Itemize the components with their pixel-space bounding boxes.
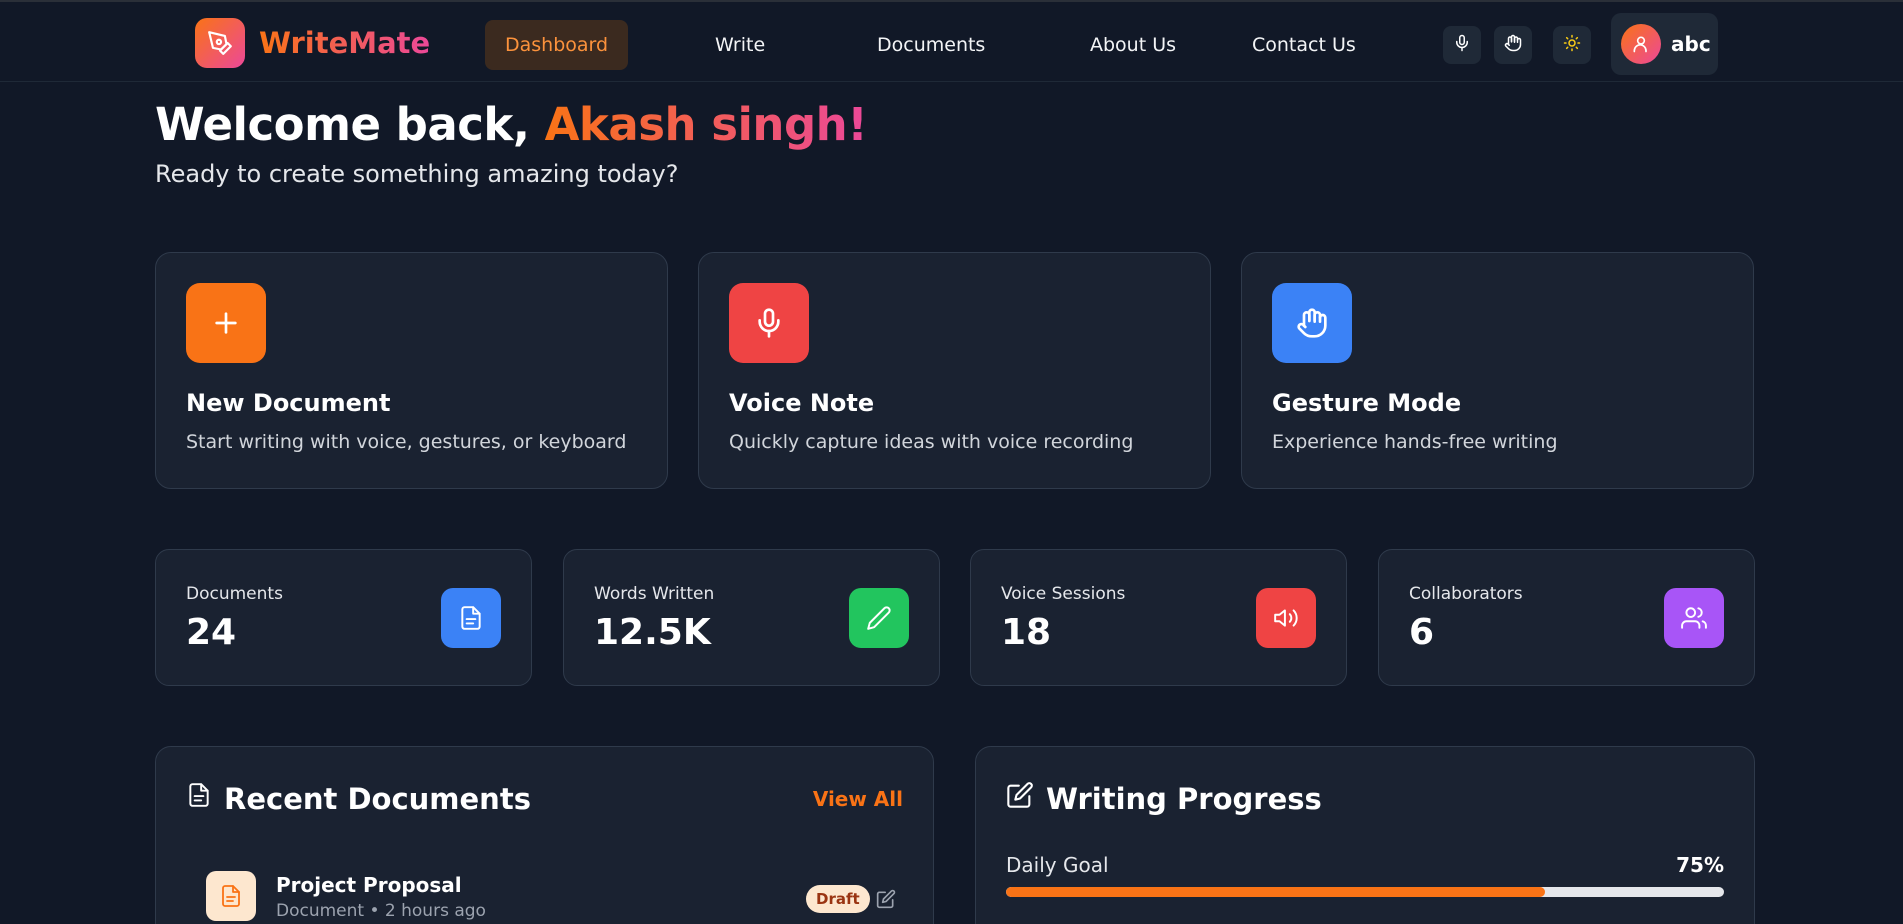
action-desc: Quickly capture ideas with voice recordi…	[729, 431, 1134, 453]
mic-icon	[1453, 34, 1471, 56]
stat-collaborators: Collaborators 6	[1378, 549, 1755, 686]
stat-documents: Documents 24	[155, 549, 532, 686]
view-all-link[interactable]: View All	[813, 787, 903, 811]
action-title: New Document	[186, 389, 391, 417]
list-item[interactable]: Project Proposal Document • 2 hours ago …	[206, 869, 896, 924]
theme-toggle-button[interactable]	[1553, 26, 1591, 64]
pen-tool-icon	[195, 18, 245, 68]
file-icon	[186, 781, 212, 816]
writing-progress-label: Writing Progress	[1046, 781, 1322, 816]
daily-goal-percent: 75%	[1676, 853, 1724, 877]
daily-goal-progress-bar	[1006, 887, 1724, 897]
edit-icon[interactable]	[876, 889, 898, 911]
edit-icon	[1006, 781, 1034, 816]
speaker-icon	[1256, 588, 1316, 648]
writing-progress-panel: Writing Progress Daily Goal 75%	[975, 746, 1755, 924]
recent-documents-panel: Recent Documents View All Project Propos…	[155, 746, 934, 924]
nav-about-us[interactable]: About Us	[1090, 20, 1176, 70]
pencil-icon	[849, 588, 909, 648]
nav-dashboard[interactable]: Dashboard	[485, 20, 629, 70]
recent-documents-label: Recent Documents	[224, 781, 531, 816]
brand-name: WriteMate	[259, 26, 431, 60]
gesture-mode-card[interactable]: Gesture Mode Experience hands-free writi…	[1241, 252, 1754, 489]
plus-icon	[186, 283, 266, 363]
user-icon	[1621, 24, 1661, 64]
document-meta: Document • 2 hours ago	[276, 901, 486, 921]
user-menu[interactable]: abc	[1611, 13, 1718, 75]
voice-toggle-button[interactable]	[1443, 26, 1481, 64]
voice-note-card[interactable]: Voice Note Quickly capture ideas with vo…	[698, 252, 1211, 489]
action-desc: Start writing with voice, gestures, or k…	[186, 431, 627, 453]
document-title: Project Proposal	[276, 873, 462, 897]
welcome-user-name: Akash singh!	[544, 98, 868, 151]
document-icon	[206, 871, 256, 921]
stat-words-written: Words Written 12.5K	[563, 549, 940, 686]
welcome-prefix: Welcome back,	[155, 98, 545, 151]
action-title: Gesture Mode	[1272, 389, 1462, 417]
status-badge: Draft	[806, 885, 870, 913]
sun-icon	[1563, 34, 1581, 56]
writing-progress-title: Writing Progress	[1006, 781, 1322, 816]
hand-icon	[1272, 283, 1352, 363]
gesture-toggle-button[interactable]	[1494, 26, 1532, 64]
recent-documents-title: Recent Documents	[186, 781, 531, 816]
nav-documents[interactable]: Documents	[877, 20, 985, 70]
hand-icon	[1504, 34, 1522, 56]
file-icon	[441, 588, 501, 648]
users-icon	[1664, 588, 1724, 648]
action-title: Voice Note	[729, 389, 875, 417]
top-navbar: WriteMate Dashboard Write Documents Abou…	[0, 0, 1903, 82]
welcome-heading: Welcome back, Akash singh!	[155, 98, 868, 151]
nav-contact-us[interactable]: Contact Us	[1252, 20, 1356, 70]
new-document-card[interactable]: New Document Start writing with voice, g…	[155, 252, 668, 489]
welcome-subtitle: Ready to create something amazing today?	[155, 160, 679, 188]
action-desc: Experience hands-free writing	[1272, 431, 1558, 453]
mic-icon	[729, 283, 809, 363]
nav-write[interactable]: Write	[715, 20, 765, 70]
stat-voice-sessions: Voice Sessions 18	[970, 549, 1347, 686]
daily-goal-label: Daily Goal	[1006, 853, 1109, 877]
user-name: abc	[1671, 32, 1711, 56]
daily-goal-progress-fill	[1006, 887, 1545, 897]
brand[interactable]: WriteMate	[195, 18, 430, 68]
